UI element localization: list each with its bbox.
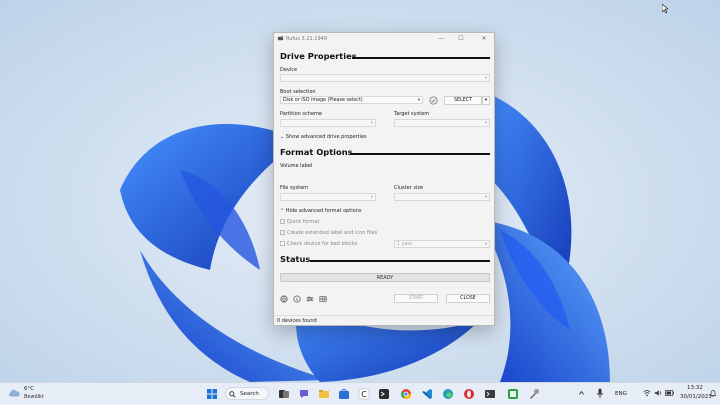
app-green-icon[interactable] [507, 388, 519, 400]
device-label: Device [280, 67, 298, 73]
maximize-button[interactable]: ☐ [454, 33, 468, 45]
vscode-icon[interactable] [421, 388, 433, 400]
partition-scheme-select[interactable]: ▾ [280, 119, 376, 127]
explorer-icon[interactable] [318, 388, 330, 400]
chevron-down-icon: ▾ [484, 98, 488, 103]
notification-bell-icon[interactable] [709, 389, 717, 398]
title-bar[interactable]: Rufus 3.21.1949 — ☐ ✕ [274, 33, 494, 45]
chevron-down-icon: ▾ [484, 242, 487, 247]
rufus-app-icon [277, 35, 284, 41]
chevron-down-icon: ⌄ [280, 134, 285, 140]
search-icon [229, 391, 236, 398]
globe-icon[interactable] [280, 295, 288, 303]
settings-sliders-icon[interactable] [306, 295, 314, 303]
status-bar: 0 devices found [274, 315, 494, 325]
bad-blocks-checkbox[interactable] [280, 241, 285, 246]
clock-time[interactable]: 13:32 [687, 385, 703, 391]
cluster-size-select[interactable]: ▾ [394, 193, 490, 201]
quick-format-checkbox[interactable] [280, 219, 285, 224]
log-table-icon[interactable] [319, 295, 327, 303]
format-options-heading: Format Options [280, 147, 353, 157]
weather-description: Bewölkt [24, 394, 44, 400]
weather-cloud-icon[interactable] [8, 387, 22, 399]
mouse-cursor [662, 4, 668, 13]
app-dark-icon[interactable] [378, 388, 390, 400]
minimize-button[interactable]: — [434, 33, 448, 45]
device-select[interactable]: ▾ [280, 74, 490, 82]
terminal-icon[interactable] [484, 388, 496, 400]
progress-text: READY [376, 275, 394, 281]
passes-value: 1 pass [397, 242, 413, 247]
language-indicator[interactable]: ENG [615, 391, 627, 397]
edge-icon[interactable] [442, 388, 454, 400]
svg-text:C: C [361, 390, 367, 399]
status-heading: Status [280, 254, 311, 264]
close-button[interactable]: CLOSE [446, 294, 490, 303]
bad-blocks-label: Check device for bad blocks [287, 241, 358, 247]
search-label: Search [240, 391, 259, 397]
volume-label-input[interactable] [280, 170, 490, 178]
select-button[interactable]: SELECT [444, 96, 482, 105]
drive-properties-heading: Drive Properties [280, 51, 357, 61]
chevron-down-icon: ▾ [417, 98, 420, 103]
extended-label-label: Create extended label and icon files [287, 230, 378, 236]
boot-selection-select[interactable]: Disk or ISO image (Please select) ▾ [280, 96, 423, 104]
volume-icon[interactable] [654, 389, 662, 397]
boot-selection-label: Boot selection [280, 89, 316, 95]
passes-select[interactable]: 1 pass ▾ [394, 240, 490, 248]
boot-selection-value: Disk or ISO image (Please select) [283, 98, 363, 103]
chevron-up-icon: ⌃ [280, 208, 285, 214]
start-icon[interactable] [206, 388, 218, 400]
section-divider [350, 153, 490, 155]
volume-label-label: Volume label [280, 163, 313, 169]
start-button[interactable]: START [394, 294, 438, 303]
opera-icon[interactable] [463, 388, 475, 400]
window-title: Rufus 3.21.1949 [286, 36, 327, 42]
tool-icon[interactable] [528, 388, 540, 400]
wifi-icon[interactable] [643, 389, 651, 397]
chevron-down-icon: ▾ [484, 121, 487, 126]
app-c-icon[interactable]: C [358, 388, 370, 400]
hide-advanced-format-label: Hide advanced format options [285, 208, 362, 214]
section-divider [352, 57, 490, 59]
chevron-up-icon[interactable] [578, 389, 585, 397]
info-icon[interactable] [293, 295, 301, 303]
microphone-icon[interactable] [597, 388, 603, 398]
quick-format-label: Quick format [287, 219, 320, 225]
chevron-down-icon: ▾ [484, 76, 487, 81]
chrome-icon[interactable] [400, 388, 412, 400]
file-system-select[interactable]: ▾ [280, 193, 376, 201]
taskbar: 6°C Bewölkt Search C ENG 13:32 30/01/202… [0, 382, 720, 405]
show-advanced-drive-label: Show advanced drive properties [285, 134, 367, 140]
show-advanced-drive-toggle[interactable]: ⌄ Show advanced drive properties [280, 134, 367, 140]
check-hash-icon[interactable] [429, 96, 438, 105]
chevron-down-icon: ▾ [484, 195, 487, 200]
cluster-size-label: Cluster size [394, 185, 424, 191]
extended-label-checkbox[interactable] [280, 230, 285, 235]
partition-scheme-label: Partition scheme [280, 111, 322, 117]
device-count: 0 devices found [277, 318, 317, 324]
close-window-button[interactable]: ✕ [477, 33, 491, 45]
rufus-window: Rufus 3.21.1949 — ☐ ✕ Drive Properties D… [273, 32, 495, 326]
target-system-select[interactable]: ▾ [394, 119, 490, 127]
file-system-label: File system [280, 185, 309, 191]
clock-date[interactable]: 30/01/2023 [680, 394, 712, 400]
chevron-down-icon: ▾ [370, 121, 373, 126]
battery-icon[interactable] [665, 390, 674, 396]
target-system-label: Target system [394, 111, 430, 117]
progress-bar: READY [280, 273, 490, 282]
weather-temperature: 6°C [24, 386, 35, 392]
section-divider [310, 260, 490, 262]
taskview-icon[interactable] [278, 388, 290, 400]
hide-advanced-format-toggle[interactable]: ⌃ Hide advanced format options [280, 208, 362, 214]
select-dropdown-button[interactable]: ▾ [482, 96, 490, 105]
store-icon[interactable] [338, 388, 350, 400]
chat-icon[interactable] [298, 388, 310, 400]
chevron-down-icon: ▾ [370, 195, 373, 200]
